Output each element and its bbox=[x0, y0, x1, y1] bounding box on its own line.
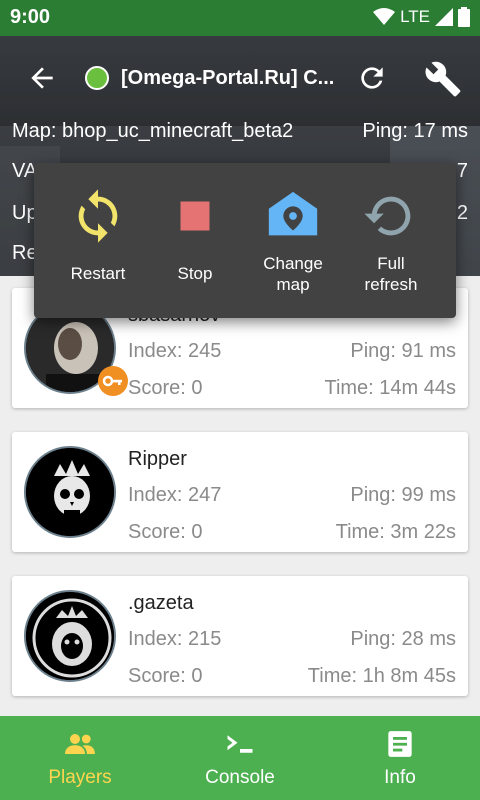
status-bar: 9:00 LTE bbox=[0, 0, 480, 36]
network-type: LTE bbox=[400, 7, 430, 26]
players-icon bbox=[65, 734, 95, 754]
battery-icon bbox=[458, 7, 470, 27]
nav-console-label: Console bbox=[205, 767, 275, 788]
player-score: Score: 0 bbox=[128, 377, 203, 399]
map-pin-icon bbox=[268, 191, 318, 236]
nav-info[interactable]: Info bbox=[320, 716, 480, 800]
nav-console[interactable]: Console bbox=[160, 716, 320, 800]
signal-icon bbox=[435, 8, 453, 26]
change-map-menu-item[interactable]: Change map bbox=[245, 163, 341, 318]
stop-menu-item[interactable]: Stop bbox=[147, 163, 243, 318]
player-name: Ripper bbox=[128, 448, 187, 470]
info-icon bbox=[388, 731, 412, 757]
change-map-label-2: map bbox=[276, 275, 310, 294]
player-time: Time: 14m 44s bbox=[324, 377, 456, 399]
player-time: Time: 1h 8m 45s bbox=[307, 665, 456, 687]
full-refresh-label-1: Full bbox=[377, 254, 405, 273]
nav-players[interactable]: Players bbox=[0, 716, 160, 800]
nav-players-label: Players bbox=[48, 767, 112, 788]
player-index: Index: 245 bbox=[128, 340, 222, 362]
back-arrow-icon[interactable] bbox=[26, 62, 58, 94]
full-refresh-label-2: refresh bbox=[364, 275, 418, 294]
uptime-value: 2 bbox=[456, 202, 468, 224]
player-time: Time: 3m 22s bbox=[335, 521, 456, 543]
console-icon bbox=[227, 735, 253, 753]
restart-label: Restart bbox=[70, 264, 126, 283]
players-count: 7 bbox=[456, 160, 468, 182]
player-index: Index: 247 bbox=[128, 484, 222, 506]
player-card[interactable]: .gazeta Index: 215 Score: 0 Ping: 28 ms … bbox=[12, 576, 468, 696]
restart-menu-item[interactable]: Restart bbox=[50, 163, 146, 318]
wifi-icon bbox=[373, 8, 396, 25]
player-ping: Ping: 99 ms bbox=[350, 484, 456, 506]
player-card[interactable]: Ripper Index: 247 Score: 0 Ping: 99 ms T… bbox=[12, 432, 468, 552]
server-ping: Ping: 17 ms bbox=[362, 120, 468, 142]
admin-key-icon bbox=[98, 366, 128, 396]
full-refresh-menu-item[interactable]: Full refresh bbox=[343, 163, 439, 318]
stop-label: Stop bbox=[177, 264, 213, 283]
server-title: [Omega-Portal.Ru] C... bbox=[121, 67, 335, 89]
stop-icon bbox=[180, 201, 210, 231]
player-score: Score: 0 bbox=[128, 665, 203, 687]
player-avatar bbox=[24, 446, 116, 538]
player-ping: Ping: 91 ms bbox=[350, 340, 456, 362]
player-avatar bbox=[24, 590, 116, 682]
restart-icon bbox=[78, 189, 118, 243]
status-icons: LTE bbox=[373, 7, 470, 27]
player-ping: Ping: 28 ms bbox=[350, 628, 456, 650]
status-time: 9:00 bbox=[10, 6, 51, 28]
wrench-icon[interactable] bbox=[424, 60, 462, 98]
player-score: Score: 0 bbox=[128, 521, 203, 543]
nav-info-label: Info bbox=[384, 767, 416, 788]
player-name: .gazeta bbox=[128, 592, 194, 614]
player-index: Index: 215 bbox=[128, 628, 222, 650]
map-name: Map: bhop_uc_minecraft_beta2 bbox=[12, 120, 294, 142]
bottom-navigation: Players Console Info bbox=[0, 716, 480, 800]
change-map-label-1: Change bbox=[263, 254, 323, 273]
refresh-icon[interactable] bbox=[356, 62, 388, 94]
server-status-dot bbox=[85, 66, 109, 90]
server-actions-menu: Restart Stop Change map Full refresh bbox=[34, 163, 456, 318]
full-refresh-icon bbox=[364, 196, 411, 236]
